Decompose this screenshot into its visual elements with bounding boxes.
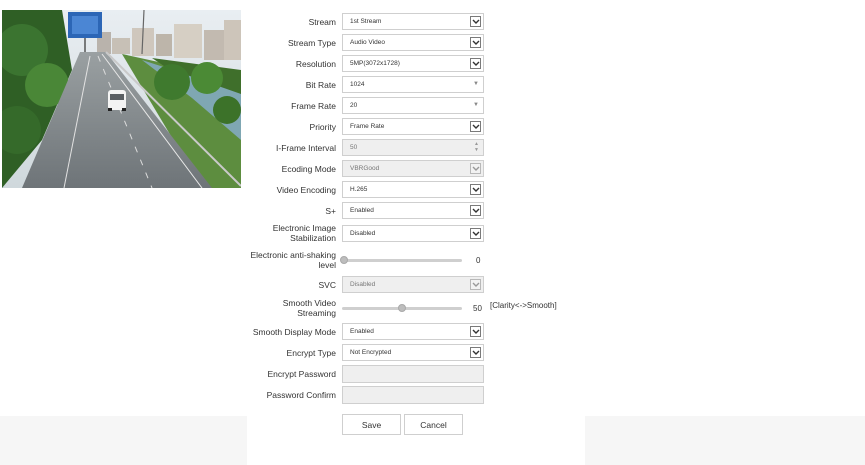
smooth-display-select[interactable]: Enabled (342, 323, 484, 340)
video-encoding-label: Video Encoding (276, 185, 336, 195)
video-encoding-select[interactable]: H.265 (342, 181, 484, 198)
password-confirm-input[interactable] (342, 386, 484, 404)
chevron-down-icon (470, 205, 481, 216)
svc-value: Disabled (350, 281, 376, 288)
frame-rate-value: 20 (350, 102, 358, 109)
frame-rate-label: Frame Rate (291, 101, 336, 111)
iframe-interval-spinner[interactable]: 50 ▲ ▼ (342, 139, 484, 156)
smooth-streaming-slider-handle[interactable] (398, 304, 406, 312)
anti-shaking-slider[interactable] (340, 256, 462, 264)
save-button[interactable]: Save (342, 414, 401, 435)
anti-shaking-label-line1: Electronic anti-shaking (250, 250, 336, 260)
s-plus-value: Enabled (350, 207, 374, 214)
encrypt-type-value: Not Encrypted (350, 349, 392, 356)
chevron-down-icon (470, 184, 481, 195)
eis-label-line1: Electronic Image (272, 223, 336, 233)
resolution-label: Resolution (295, 59, 336, 69)
iframe-interval-label: I-Frame Interval (276, 143, 336, 153)
stream-value: 1st Stream (350, 18, 382, 25)
camera-preview (2, 10, 241, 188)
chevron-down-icon (470, 326, 481, 337)
smooth-streaming-label: Smooth Video Streaming (236, 298, 336, 318)
chevron-down-icon (470, 163, 481, 174)
encoding-mode-value: VBRGood (350, 165, 380, 172)
frame-rate-combo[interactable]: 20 ▼ (342, 97, 484, 114)
priority-label: Priority (309, 122, 336, 132)
encoding-mode-select[interactable]: VBRGood (342, 160, 484, 177)
svc-select[interactable]: Disabled (342, 276, 484, 293)
chevron-down-icon (470, 228, 481, 239)
bit-rate-value: 1024 (350, 81, 365, 88)
encrypt-password-input[interactable] (342, 365, 484, 383)
eis-select[interactable]: Disabled (342, 225, 484, 242)
encrypt-password-label: Encrypt Password (267, 369, 337, 379)
chevron-down-icon (470, 279, 481, 290)
resolution-select[interactable]: 5MP(3072x1728) (342, 55, 484, 72)
s-plus-label: S+ (325, 206, 336, 216)
chevron-down-icon (470, 347, 481, 358)
eis-label-line2: Stabilization (290, 233, 336, 243)
s-plus-select[interactable]: Enabled (342, 202, 484, 219)
caret-down-icon: ▼ (473, 102, 479, 108)
resolution-value: 5MP(3072x1728) (350, 60, 400, 67)
stream-type-select[interactable]: Audio Video (342, 34, 484, 51)
bit-rate-label: Bit Rate (305, 80, 336, 90)
cancel-button[interactable]: Cancel (404, 414, 463, 435)
anti-shaking-value: 0 (476, 256, 481, 265)
svc-label: SVC (318, 280, 336, 290)
encrypt-type-select[interactable]: Not Encrypted (342, 344, 484, 361)
iframe-interval-value: 50 (350, 144, 358, 151)
eis-value: Disabled (350, 230, 376, 237)
anti-shaking-slider-handle[interactable] (340, 256, 348, 264)
chevron-down-icon (470, 121, 481, 132)
smooth-streaming-value: 50 (473, 304, 482, 313)
stream-type-value: Audio Video (350, 39, 385, 46)
anti-shaking-label-line2: level (318, 260, 336, 270)
chevron-down-icon (470, 37, 481, 48)
anti-shaking-label: Electronic anti-shaking level (216, 250, 336, 270)
smooth-display-value: Enabled (350, 328, 374, 335)
smooth-streaming-hint: [Clarity<->Smooth] (490, 301, 557, 310)
stream-label: Stream (308, 17, 336, 27)
chevron-down-icon (470, 58, 481, 69)
encrypt-type-label: Encrypt Type (286, 348, 336, 358)
encoding-mode-label: Ecoding Mode (281, 164, 336, 174)
caret-down-icon: ▼ (473, 81, 479, 87)
video-encoding-value: H.265 (350, 186, 368, 193)
smooth-streaming-slider[interactable] (342, 304, 462, 312)
priority-value: Frame Rate (350, 123, 385, 130)
bit-rate-combo[interactable]: 1024 ▼ (342, 76, 484, 93)
chevron-down-icon (470, 16, 481, 27)
stream-select[interactable]: 1st Stream (342, 13, 484, 30)
spinner-arrows-icon: ▲ ▼ (474, 141, 479, 153)
password-confirm-label: Password Confirm (266, 390, 336, 400)
smooth-streaming-label-line1: Smooth Video (282, 298, 336, 308)
smooth-display-label: Smooth Display Mode (252, 327, 336, 337)
stream-type-label: Stream Type (287, 38, 336, 48)
eis-label: Electronic Image Stabilization (236, 223, 336, 243)
priority-select[interactable]: Frame Rate (342, 118, 484, 135)
smooth-streaming-label-line2: Streaming (297, 308, 336, 318)
